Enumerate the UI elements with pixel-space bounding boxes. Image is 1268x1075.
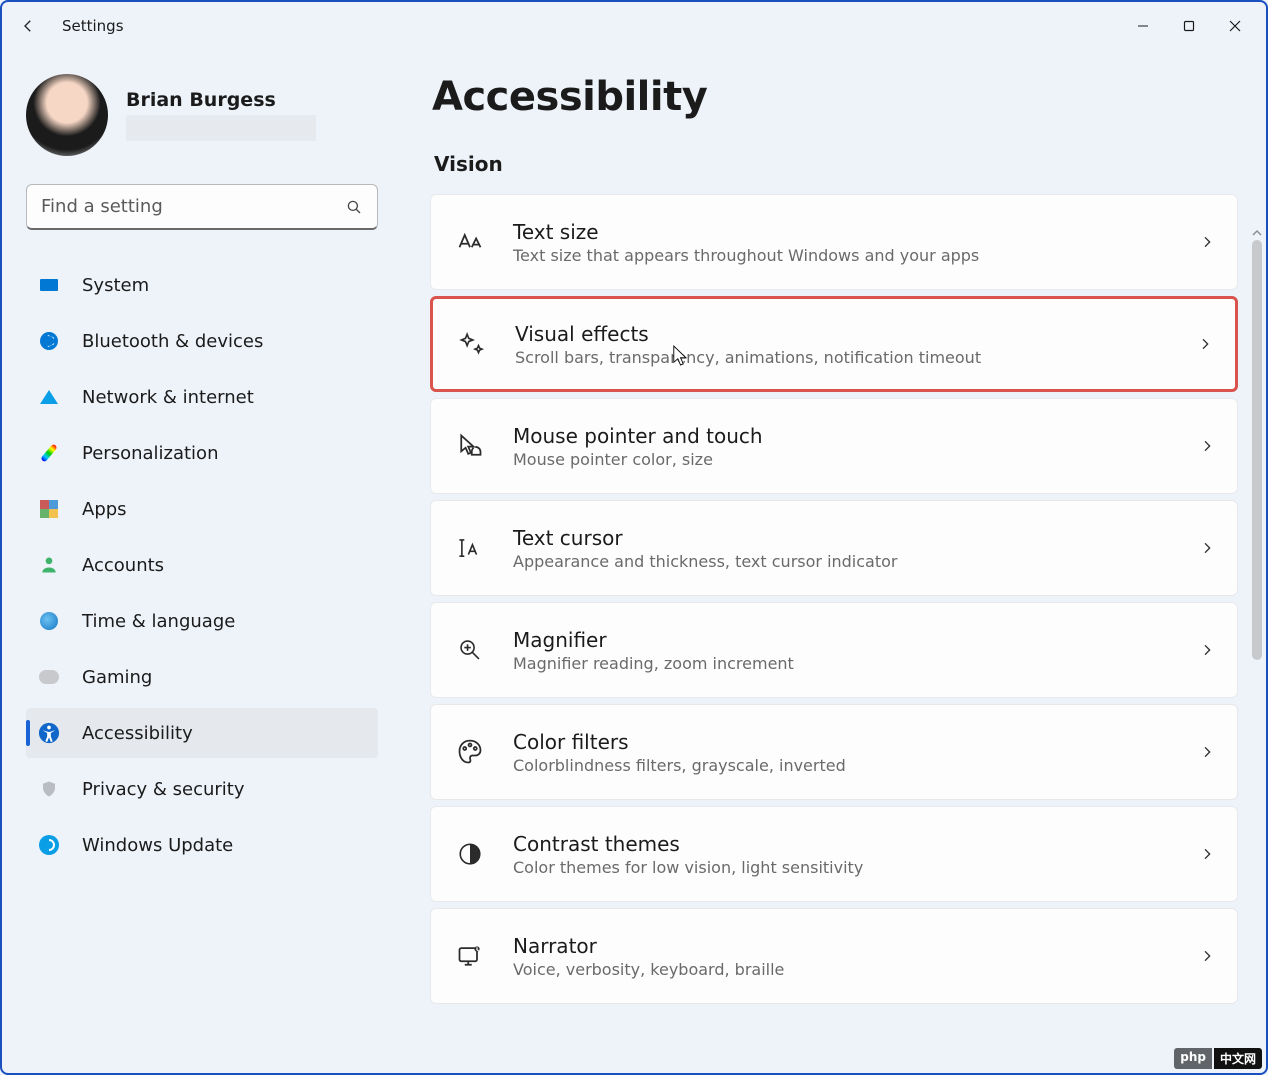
sidebar-item-label: Accounts <box>82 555 164 576</box>
sidebar-item-system[interactable]: System <box>26 260 378 310</box>
search-box[interactable] <box>26 184 378 230</box>
main-content: Accessibility Vision Text size Text size … <box>402 74 1266 1073</box>
chevron-right-icon <box>1199 846 1215 862</box>
page-title: Accessibility <box>432 74 1250 120</box>
profile-email-blurred <box>126 115 316 141</box>
setting-card-subtitle: Appearance and thickness, text cursor in… <box>513 552 1187 571</box>
setting-card-subtitle: Mouse pointer color, size <box>513 450 1187 469</box>
search-icon <box>345 198 363 216</box>
setting-card-text-cursor[interactable]: Text cursor Appearance and thickness, tex… <box>430 500 1238 596</box>
avatar <box>26 74 108 156</box>
bt-icon <box>38 330 60 352</box>
sidebar-item-label: Windows Update <box>82 835 233 856</box>
sidebar-item-apps[interactable]: Apps <box>26 484 378 534</box>
scroll-up-icon[interactable] <box>1252 228 1262 238</box>
sidebar-item-network-internet[interactable]: Network & internet <box>26 372 378 422</box>
chevron-right-icon <box>1199 438 1215 454</box>
sidebar-item-label: Gaming <box>82 667 152 688</box>
setting-card-title: Text size <box>513 220 1187 244</box>
sidebar-item-label: Apps <box>82 499 127 520</box>
setting-card-subtitle: Voice, verbosity, keyboard, braille <box>513 960 1187 979</box>
sidebar-item-label: Accessibility <box>82 723 193 744</box>
sidebar-nav: System Bluetooth & devices Network & inter… <box>26 260 378 876</box>
titlebar: Settings <box>2 2 1266 50</box>
setting-card-title: Text cursor <box>513 526 1187 550</box>
net-icon <box>38 386 60 408</box>
setting-card-subtitle: Colorblindness filters, grayscale, inver… <box>513 756 1187 775</box>
sidebar-item-accounts[interactable]: Accounts <box>26 540 378 590</box>
magnifier-icon <box>455 635 485 665</box>
setting-card-mouse-pointer[interactable]: Mouse pointer and touch Mouse pointer col… <box>430 398 1238 494</box>
setting-card-title: Mouse pointer and touch <box>513 424 1187 448</box>
scrollbar[interactable] <box>1252 228 1262 1065</box>
setting-card-title: Contrast themes <box>513 832 1187 856</box>
setting-card-subtitle: Magnifier reading, zoom increment <box>513 654 1187 673</box>
scroll-thumb[interactable] <box>1252 240 1262 660</box>
sidebar-item-personalization[interactable]: Personalization <box>26 428 378 478</box>
game-icon <box>38 666 60 688</box>
contrast-themes-icon <box>455 839 485 869</box>
settings-list: Text size Text size that appears througho… <box>430 194 1250 1004</box>
chevron-right-icon <box>1199 642 1215 658</box>
setting-card-contrast-themes[interactable]: Contrast themes Color themes for low visi… <box>430 806 1238 902</box>
setting-card-narrator[interactable]: Narrator Voice, verbosity, keyboard, brai… <box>430 908 1238 1004</box>
pers-icon <box>38 442 60 464</box>
sidebar-item-gaming[interactable]: Gaming <box>26 652 378 702</box>
upd-icon <box>38 834 60 856</box>
acc-icon <box>38 554 60 576</box>
section-title: Vision <box>434 152 1250 176</box>
sidebar-item-time-language[interactable]: Time & language <box>26 596 378 646</box>
sidebar-item-label: System <box>82 275 149 296</box>
text-cursor-icon <box>455 533 485 563</box>
setting-card-title: Magnifier <box>513 628 1187 652</box>
accessibility-icon <box>38 722 60 744</box>
setting-card-magnifier[interactable]: Magnifier Magnifier reading, zoom increme… <box>430 602 1238 698</box>
setting-card-title: Color filters <box>513 730 1187 754</box>
sidebar-item-accessibility[interactable]: Accessibility <box>26 708 378 758</box>
setting-card-subtitle: Color themes for low vision, light sensi… <box>513 858 1187 877</box>
sidebar: Brian Burgess System Bluetooth & devices N… <box>2 74 402 1073</box>
apps-icon <box>38 498 60 520</box>
chevron-right-icon <box>1199 744 1215 760</box>
sidebar-item-windows-update[interactable]: Windows Update <box>26 820 378 870</box>
setting-card-subtitle: Text size that appears throughout Window… <box>513 246 1187 265</box>
close-button[interactable] <box>1212 10 1258 42</box>
maximize-button[interactable] <box>1166 10 1212 42</box>
setting-card-visual-effects[interactable]: Visual effects Scroll bars, transparency,… <box>430 296 1238 392</box>
sidebar-item-label: Privacy & security <box>82 779 245 800</box>
sidebar-item-label: Personalization <box>82 443 218 464</box>
mouse-pointer-icon <box>455 431 485 461</box>
text-size-icon <box>455 227 485 257</box>
setting-card-color-filters[interactable]: Color filters Colorblindness filters, gra… <box>430 704 1238 800</box>
visual-effects-icon <box>457 329 487 359</box>
back-button[interactable] <box>18 16 38 36</box>
sidebar-item-label: Network & internet <box>82 387 254 408</box>
chevron-right-icon <box>1197 336 1213 352</box>
system-icon <box>38 274 60 296</box>
chevron-right-icon <box>1199 948 1215 964</box>
sidebar-item-privacy-security[interactable]: Privacy & security <box>26 764 378 814</box>
watermark: php 中文网 <box>1174 1048 1262 1069</box>
setting-card-title: Visual effects <box>515 322 1185 346</box>
sidebar-item-label: Bluetooth & devices <box>82 331 263 352</box>
chevron-right-icon <box>1199 234 1215 250</box>
minimize-button[interactable] <box>1120 10 1166 42</box>
color-filters-icon <box>455 737 485 767</box>
profile-block[interactable]: Brian Burgess <box>26 74 378 156</box>
chevron-right-icon <box>1199 540 1215 556</box>
setting-card-text-size[interactable]: Text size Text size that appears througho… <box>430 194 1238 290</box>
narrator-icon <box>455 941 485 971</box>
time-icon <box>38 610 60 632</box>
setting-card-subtitle: Scroll bars, transparency, animations, n… <box>515 348 1185 367</box>
sidebar-item-label: Time & language <box>82 611 235 632</box>
setting-card-title: Narrator <box>513 934 1187 958</box>
app-title: Settings <box>62 17 124 35</box>
priv-icon <box>38 778 60 800</box>
sidebar-item-bluetooth-devices[interactable]: Bluetooth & devices <box>26 316 378 366</box>
profile-name: Brian Burgess <box>126 89 316 111</box>
search-input[interactable] <box>41 196 331 217</box>
